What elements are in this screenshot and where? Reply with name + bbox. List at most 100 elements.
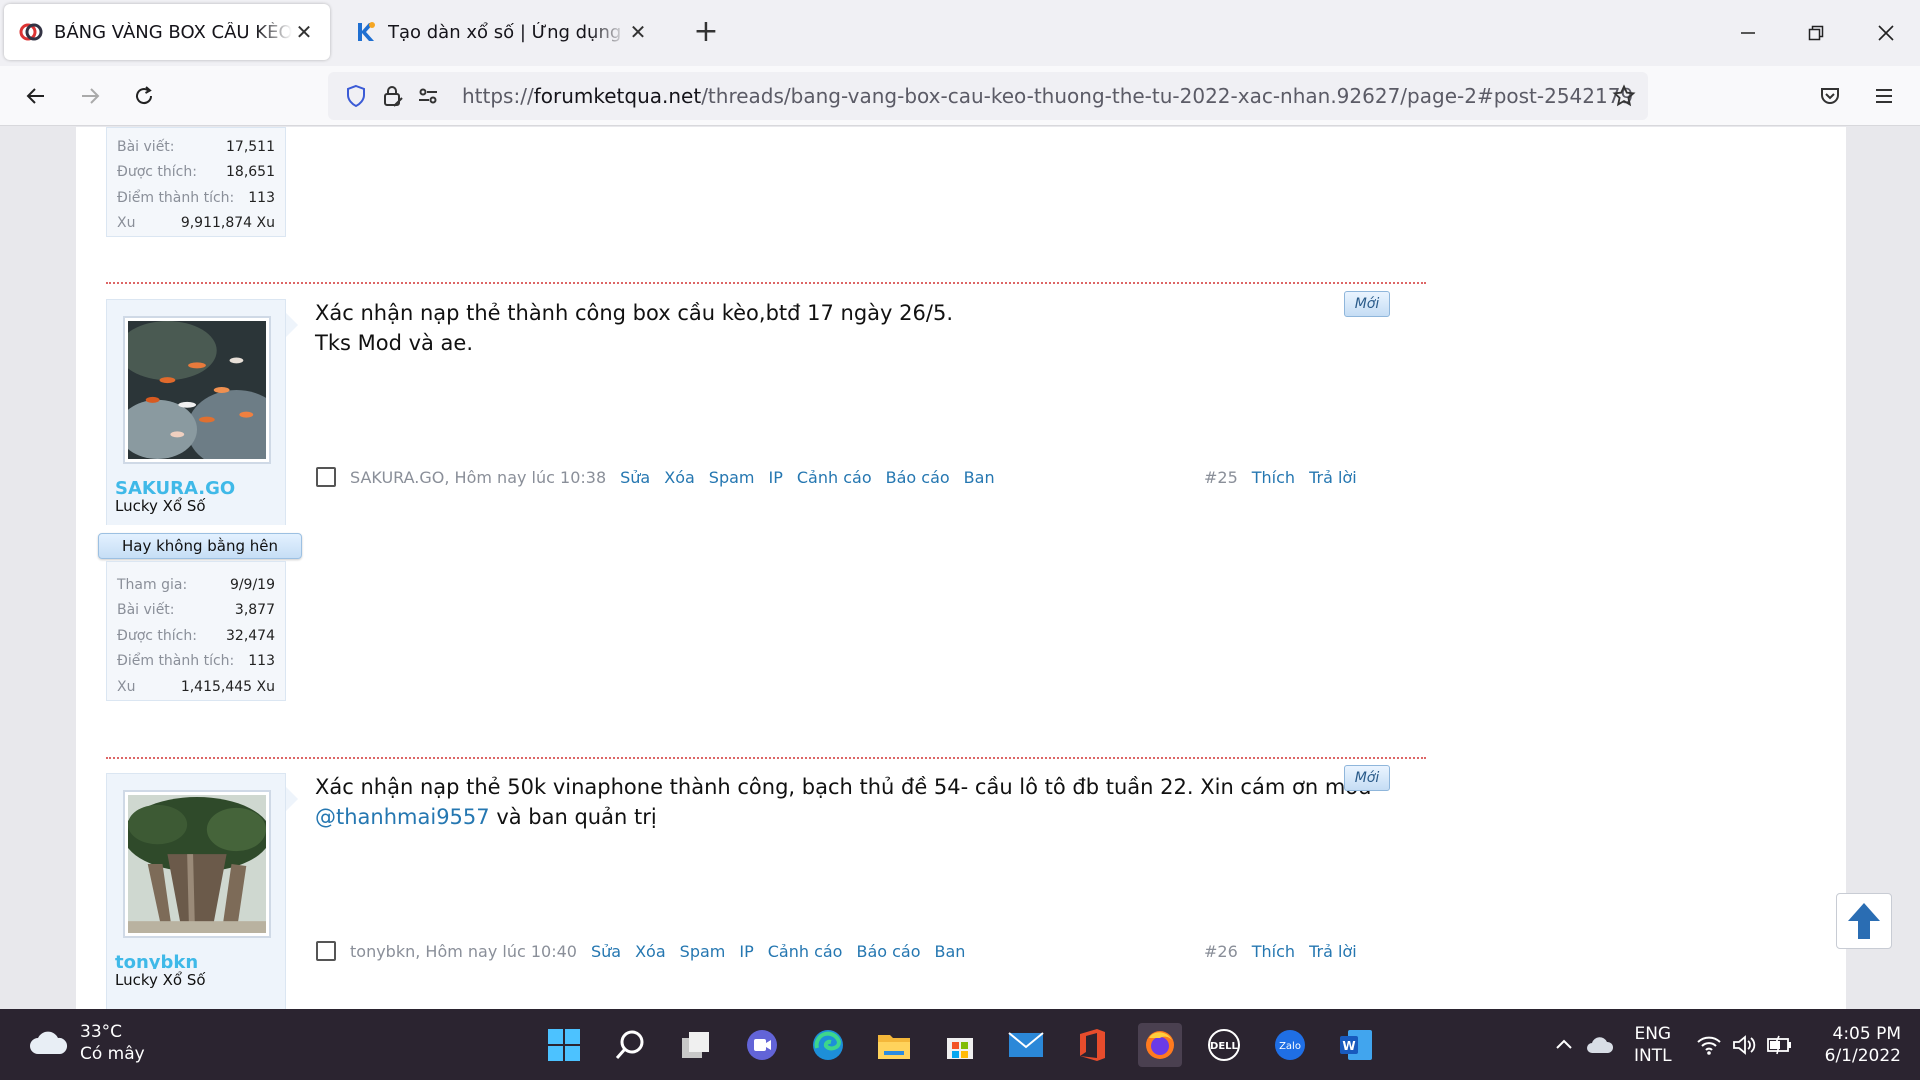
navigation-bar: https://forumketqua.net/threads/bang-van… xyxy=(0,66,1920,126)
windows-taskbar: 33°C Có mây DELL Zalo W ENG INTL 4:05 PM… xyxy=(0,1009,1920,1080)
stat-row: Điểm thành tích: 113 xyxy=(117,189,275,206)
battery-charging-icon[interactable] xyxy=(1766,1009,1794,1080)
user-title-box: Lucky Xổ Số xyxy=(106,495,286,525)
menu-icon[interactable] xyxy=(1864,76,1904,116)
user-ribbon: Hay không bằng hên xyxy=(98,533,302,559)
message-line: @thanhmai9557 và ban quản trị xyxy=(315,805,657,829)
word-icon[interactable]: W xyxy=(1336,1025,1376,1065)
new-tab-icon[interactable]: + xyxy=(688,14,724,50)
temperature: 33°C xyxy=(80,1022,123,1042)
reply-link[interactable]: Trả lời xyxy=(1309,468,1357,487)
stat-row: Được thích: 32,474 xyxy=(117,627,275,644)
edge-icon[interactable] xyxy=(808,1025,848,1065)
ban-link[interactable]: Ban xyxy=(935,942,966,961)
user-info-tonybkn: tonybkn xyxy=(106,773,286,973)
new-badge: Mới xyxy=(1344,291,1390,317)
restore-icon[interactable] xyxy=(1782,0,1850,66)
forum-favicon-icon xyxy=(18,19,44,45)
tab-tao-dan[interactable]: Tạo dàn xổ số | Ứng dụng mức số ✕ xyxy=(338,4,664,60)
ban-link[interactable]: Ban xyxy=(964,468,995,487)
like-link[interactable]: Thích xyxy=(1252,942,1295,961)
select-post-checkbox[interactable] xyxy=(316,941,336,961)
tab-strip: BẢNG VÀNG BOX CẦU KÈO THƯỞNG ✕ Tạo dàn x… xyxy=(0,0,1920,66)
delete-link[interactable]: Xóa xyxy=(664,468,695,487)
cloud-icon xyxy=(30,1031,68,1054)
task-view-icon[interactable] xyxy=(676,1025,716,1065)
select-post-checkbox[interactable] xyxy=(316,467,336,487)
volume-icon[interactable] xyxy=(1732,1009,1758,1080)
message-line: Xác nhận nạp thẻ thành công box cầu kèo,… xyxy=(315,301,953,325)
post-actions-right: #25 Thích Trả lời xyxy=(1204,465,1357,489)
shield-icon[interactable] xyxy=(344,84,368,108)
delete-link[interactable]: Xóa xyxy=(635,942,666,961)
office-icon[interactable] xyxy=(1072,1025,1112,1065)
tab-title: Tạo dàn xổ số | Ứng dụng mức số xyxy=(388,21,626,43)
pocket-icon[interactable] xyxy=(1810,76,1850,116)
search-icon[interactable] xyxy=(610,1025,650,1065)
tab-bang-vang[interactable]: BẢNG VÀNG BOX CẦU KÈO THƯỞNG ✕ xyxy=(4,4,330,60)
zalo-icon[interactable]: Zalo xyxy=(1270,1025,1310,1065)
start-icon[interactable] xyxy=(544,1025,584,1065)
stat-row: Xu 1,415,445 Xu xyxy=(117,678,275,695)
svg-text:W: W xyxy=(1342,1039,1355,1053)
forward-arrow-icon[interactable] xyxy=(70,76,110,116)
clock[interactable]: 4:05 PM 6/1/2022 xyxy=(1815,1023,1901,1067)
show-hidden-icons-icon[interactable] xyxy=(1554,1009,1574,1080)
back-arrow-icon[interactable] xyxy=(16,76,56,116)
firefox-icon[interactable] xyxy=(1138,1023,1182,1067)
file-explorer-icon[interactable] xyxy=(874,1025,914,1065)
mail-icon[interactable] xyxy=(1006,1025,1046,1065)
stat-row: Điểm thành tích: 113 xyxy=(117,653,275,670)
bookmark-star-icon[interactable] xyxy=(1612,84,1636,108)
post-number[interactable]: #25 xyxy=(1204,468,1238,487)
like-link[interactable]: Thích xyxy=(1252,468,1295,487)
report-link[interactable]: Báo cáo xyxy=(856,942,920,961)
teams-chat-icon[interactable] xyxy=(742,1025,782,1065)
permissions-icon[interactable] xyxy=(416,84,440,108)
user-stats-previous: Bài viết: 17,511 Được thích: 18,651 Điểm t… xyxy=(106,127,286,237)
spam-link[interactable]: Spam xyxy=(680,942,726,961)
spam-link[interactable]: Spam xyxy=(709,468,755,487)
microsoft-store-icon[interactable] xyxy=(940,1025,980,1065)
close-window-icon[interactable] xyxy=(1852,0,1920,66)
mention-link[interactable]: @thanhmai9557 xyxy=(315,805,490,829)
post-number[interactable]: #26 xyxy=(1204,942,1238,961)
arrow-up-icon xyxy=(1848,903,1880,939)
close-tab-icon[interactable]: ✕ xyxy=(292,20,316,44)
weather-condition: Có mây xyxy=(80,1044,145,1064)
k-favicon-icon xyxy=(352,19,378,45)
new-badge: Mới xyxy=(1344,765,1390,791)
warn-link[interactable]: Cảnh cáo xyxy=(768,942,843,961)
dell-icon[interactable]: DELL xyxy=(1204,1025,1244,1065)
close-tab-icon[interactable]: ✕ xyxy=(626,20,650,44)
wifi-icon[interactable] xyxy=(1696,1009,1722,1080)
avatar[interactable] xyxy=(123,316,271,464)
post-separator xyxy=(106,282,1426,284)
reload-icon[interactable] xyxy=(124,76,164,116)
warn-link[interactable]: Cảnh cáo xyxy=(797,468,872,487)
scroll-to-top-button[interactable] xyxy=(1836,893,1892,949)
reply-link[interactable]: Trả lời xyxy=(1309,942,1357,961)
message-line: Xác nhận nạp thẻ 50k vinaphone thành côn… xyxy=(315,775,1372,799)
language-indicator[interactable]: ENG INTL xyxy=(1634,1023,1672,1067)
onedrive-cloud-icon[interactable] xyxy=(1586,1009,1614,1080)
post-actions-right: #26 Thích Trả lời xyxy=(1204,939,1357,963)
user-title: Lucky Xổ Số xyxy=(115,971,206,989)
ip-link[interactable]: IP xyxy=(739,942,753,961)
edit-link[interactable]: Sửa xyxy=(620,468,650,487)
report-link[interactable]: Báo cáo xyxy=(886,468,950,487)
forum-content: Bài viết: 17,511 Được thích: 18,651 Điểm t… xyxy=(76,127,1846,1009)
minimize-icon[interactable] xyxy=(1714,0,1782,66)
weather-widget[interactable]: 33°C Có mây xyxy=(28,1021,145,1065)
stat-row: Xu 9,911,874 Xu xyxy=(117,215,275,232)
post-meta: SAKURA.GO, Hôm nay lúc 10:38 Sửa Xóa Spa… xyxy=(316,465,995,489)
message-pointer xyxy=(286,313,298,337)
url-text[interactable]: https://forumketqua.net/threads/bang-van… xyxy=(462,72,1633,120)
page-viewport: Bài viết: 17,511 Được thích: 18,651 Điểm t… xyxy=(0,127,1920,1009)
ip-link[interactable]: IP xyxy=(769,468,783,487)
stat-row: Bài viết: 17,511 xyxy=(117,138,275,155)
edit-link[interactable]: Sửa xyxy=(591,942,621,961)
avatar[interactable] xyxy=(123,790,271,938)
address-bar[interactable]: https://forumketqua.net/threads/bang-van… xyxy=(328,72,1648,120)
lock-icon[interactable] xyxy=(380,84,404,108)
